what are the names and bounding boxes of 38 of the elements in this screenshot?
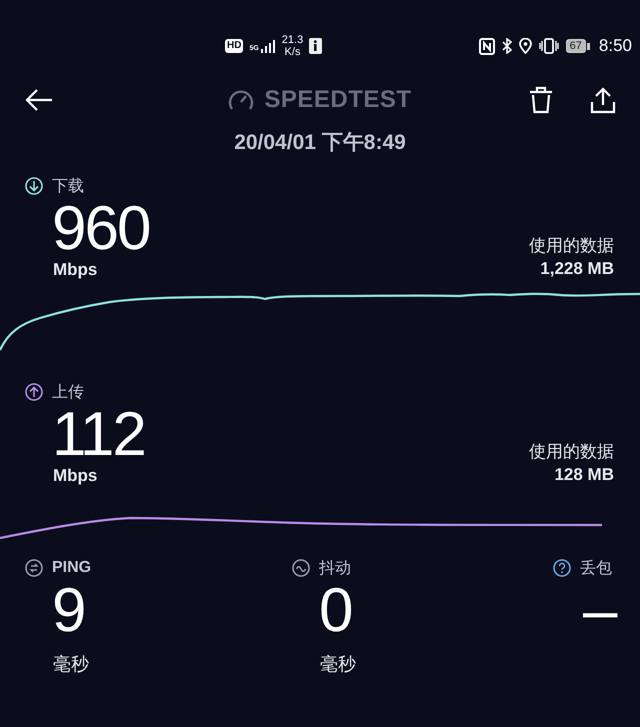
signal-icon: [260, 39, 276, 53]
location-icon: [518, 38, 532, 54]
hd-badge: HD: [225, 39, 244, 53]
section-label: 上传: [52, 382, 84, 402]
test-date: 20/04/01 下午8:49: [234, 130, 406, 156]
bluetooth-icon: [502, 38, 512, 54]
metric-label: 丢包: [580, 558, 612, 578]
battery-level: 67: [566, 39, 586, 53]
help-icon: [553, 559, 571, 577]
metric-label: PING: [52, 559, 92, 577]
metric-unit: 毫秒: [320, 654, 356, 674]
gauge-icon: [228, 89, 254, 111]
ping-icon: [25, 559, 43, 577]
info-icon: [309, 38, 322, 54]
back-arrow-icon[interactable]: [25, 88, 53, 112]
section-label: 下载: [52, 176, 84, 196]
data-used-value: 128 MB: [554, 464, 614, 486]
metric-value: 0: [319, 576, 354, 645]
trash-icon[interactable]: [528, 86, 554, 114]
data-used-label: 使用的数据: [529, 441, 614, 463]
wave-icon: [292, 559, 310, 577]
share-icon[interactable]: [590, 86, 616, 114]
metric-label: 抖动: [319, 558, 351, 578]
speed-value: 112: [52, 400, 145, 469]
metric-value: 9: [52, 576, 86, 645]
speed-unit: Mbps: [53, 466, 98, 486]
speed-value: 960: [52, 194, 150, 263]
network-speed: 21.3: [282, 34, 304, 46]
nfc-icon: [478, 38, 495, 54]
vibrate-icon: [538, 38, 559, 54]
app-title: SPEEDTEST: [264, 86, 412, 114]
data-used-value: 1,228 MB: [540, 258, 614, 280]
status-time: 8:50: [598, 36, 632, 56]
data-used-label: 使用的数据: [529, 235, 614, 257]
metric-unit: 毫秒: [53, 654, 89, 674]
metric-value: –: [583, 576, 618, 645]
speed-unit: Mbps: [53, 260, 98, 280]
speed-unit: K/s: [284, 46, 300, 58]
